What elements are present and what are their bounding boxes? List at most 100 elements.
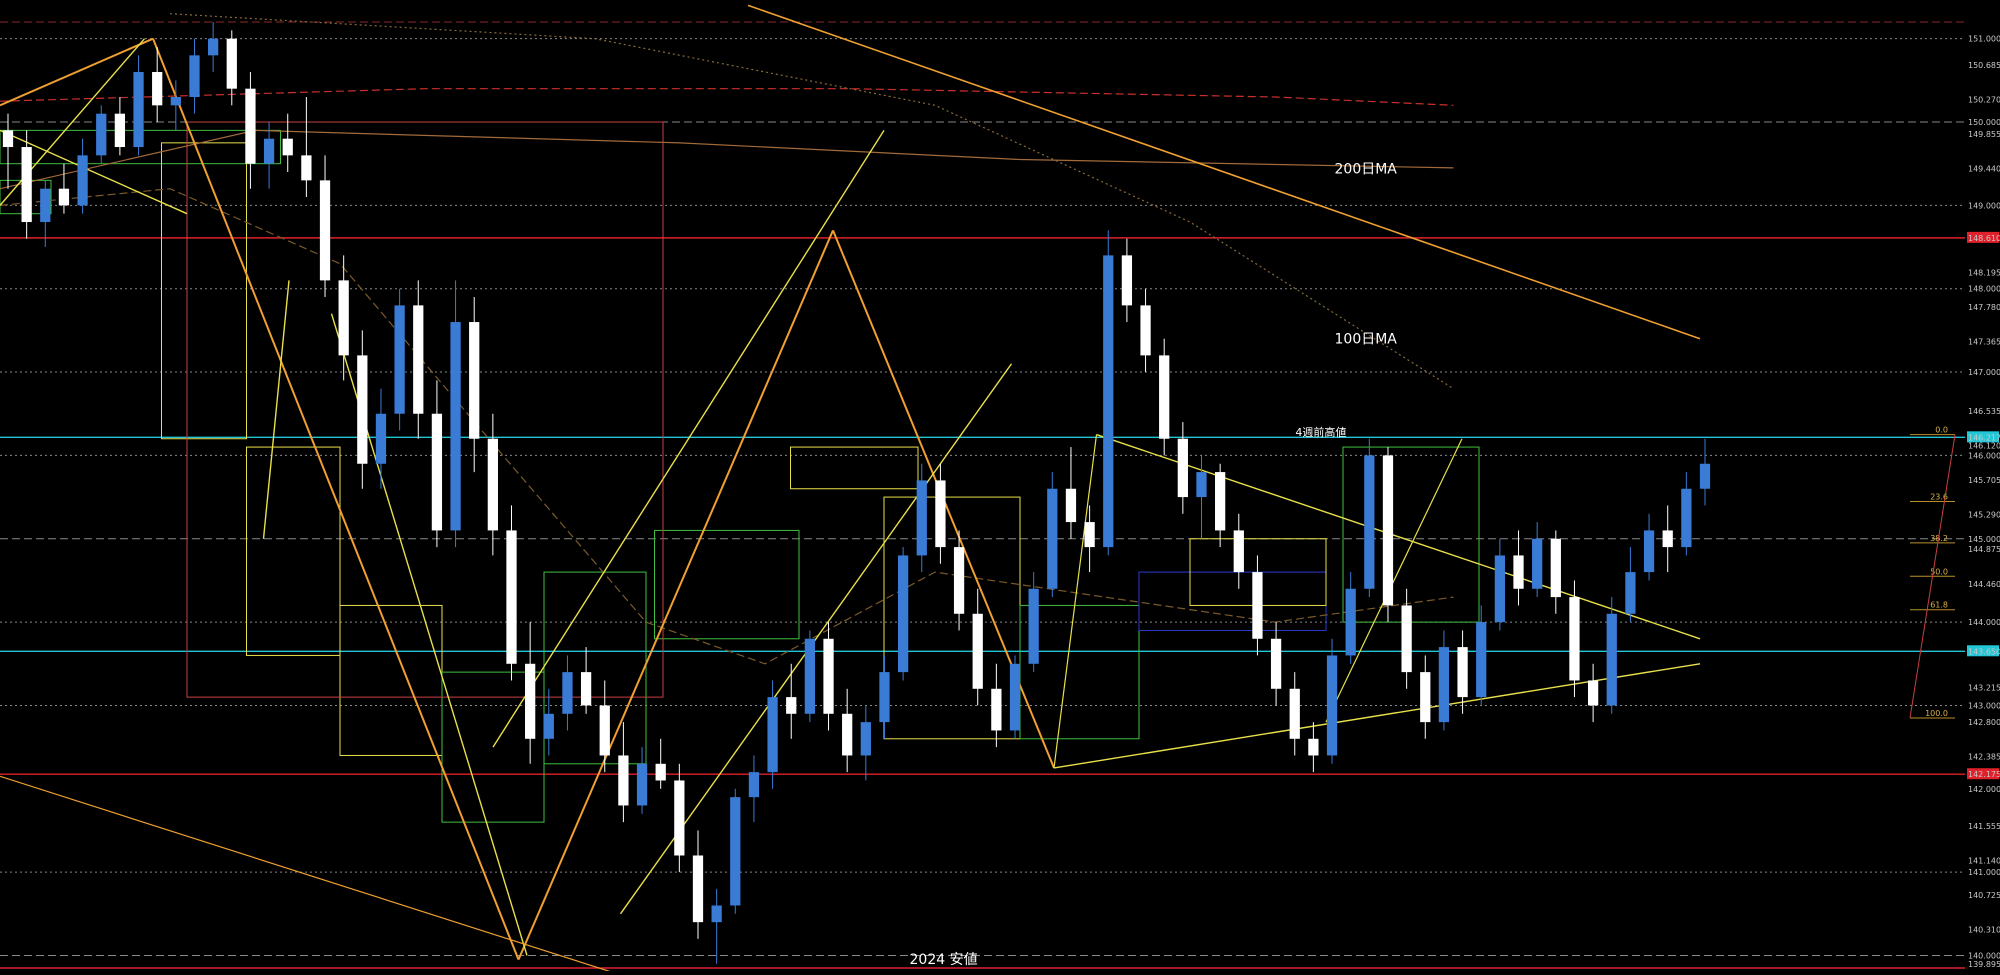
candle-body: [767, 697, 778, 773]
price-tick-label: 149.855: [1968, 130, 2000, 139]
price-tick-label: 146.535: [1968, 407, 2000, 416]
candle-body: [394, 305, 405, 414]
trend-line: [1053, 434, 1098, 769]
candle-body: [711, 905, 722, 923]
candle-body: [655, 763, 666, 781]
annotation-label: 4週前高値: [1295, 425, 1346, 439]
candle-body: [1457, 647, 1468, 698]
candle-body: [1009, 663, 1021, 731]
candle-body: [804, 638, 816, 714]
candle-body: [1662, 530, 1673, 548]
candle-body: [1401, 605, 1412, 673]
drawing-box: [1342, 446, 1480, 623]
candle-body: [431, 413, 443, 531]
price-tick-label: 139.895: [1968, 960, 2000, 969]
candle-body: [860, 722, 871, 756]
candle-body: [21, 147, 32, 223]
candle-body: [1625, 572, 1636, 614]
drawing-boxes: [0, 121, 1480, 823]
candle-body: [618, 755, 629, 806]
candle-body: [1382, 455, 1394, 606]
fib-label: 100.0: [1925, 709, 1948, 718]
candle-body: [96, 113, 107, 156]
chart-canvas: 151.000 150.685 150.270 150.000 149.855 149.4…: [0, 4, 2000, 973]
candle-body: [506, 530, 517, 664]
trend-line: [152, 38, 520, 961]
candle-body: [319, 180, 331, 281]
candle-body: [1159, 355, 1170, 439]
trend-line: [1053, 663, 1701, 769]
candle-body: [543, 713, 554, 739]
candle-body: [674, 780, 685, 856]
price-tick-label: 143.215: [1968, 684, 2000, 693]
candle-body: [1643, 530, 1655, 573]
candle-body: [1326, 655, 1338, 756]
candle-body: [599, 705, 610, 756]
candle-body: [1121, 255, 1133, 306]
price-tick-label: 145.705: [1968, 476, 2000, 485]
candle-body: [730, 797, 741, 906]
candle-body: [1028, 588, 1039, 664]
candle-body: [226, 38, 237, 89]
candle-body: [357, 355, 368, 464]
candle-body: [1140, 305, 1151, 356]
candle-body: [263, 138, 275, 164]
price-tick-label: 146.120: [1968, 441, 2000, 450]
candle-body: [842, 713, 853, 756]
drawing-box: [161, 142, 247, 440]
price-tick-label: 151.000: [1968, 35, 2000, 44]
price-tick-label: 140.310: [1968, 926, 2000, 935]
price-tick-label: 146.000: [1968, 451, 2000, 460]
candle-body: [2, 130, 14, 148]
candle-body: [1177, 438, 1188, 498]
price-tick-label: 144.875: [1968, 545, 2000, 554]
drawing-box: [246, 446, 341, 656]
price-tick-label: 150.685: [1968, 61, 2000, 70]
drawing-box: [543, 571, 647, 765]
candle-body: [1233, 530, 1244, 573]
fib-label: 0.0: [1935, 426, 1948, 435]
price-tick-label: 142.000: [1968, 785, 2000, 794]
candle-body: [972, 613, 983, 689]
candle-body: [786, 697, 797, 714]
price-tick-label: 142.800: [1968, 718, 2000, 727]
price-tick-label: 144.000: [1968, 618, 2000, 627]
candle-body: [1699, 463, 1711, 489]
candle-body: [580, 672, 592, 706]
candle-body: [935, 480, 946, 548]
candle-body: [879, 672, 890, 723]
moving-average-line: [0, 88, 1454, 106]
candle-body: [487, 438, 498, 531]
candle-body: [823, 638, 834, 714]
price-tick-label: 148.610: [1968, 234, 2000, 243]
price-tick-label: 148.195: [1968, 268, 2000, 277]
fib-label: 61.8: [1930, 601, 1948, 610]
price-tick-label: 149.000: [1968, 201, 2000, 210]
candle-body: [245, 88, 256, 164]
candle-body: [152, 72, 163, 106]
drawing-box: [790, 446, 919, 490]
candle-body: [1364, 455, 1375, 589]
price-tick-label: 140.000: [1968, 951, 2000, 960]
candle-body: [40, 188, 51, 223]
candle-body: [1513, 555, 1524, 589]
candle-body: [1270, 638, 1282, 689]
drawing-box: [186, 121, 664, 698]
price-tick-label: 150.000: [1968, 118, 2000, 127]
price-tick-label: 145.290: [1968, 511, 2000, 520]
trend-line: [0, 37, 154, 107]
candle-body: [1215, 472, 1226, 531]
moving-average-line: [0, 129, 1454, 190]
annotation-label: 100日MA: [1335, 332, 1398, 348]
candle-body: [1681, 488, 1692, 548]
price-tick-label: 141.000: [1968, 868, 2000, 877]
price-tick-label: 149.440: [1968, 165, 2000, 174]
candle-body: [1103, 255, 1114, 548]
candle-body: [1494, 555, 1505, 623]
candle-body: [1476, 622, 1487, 698]
candle-body: [692, 855, 704, 923]
candle-body: [1345, 588, 1356, 656]
price-tick-label: 147.365: [1968, 338, 2000, 347]
candle-body: [1569, 597, 1580, 681]
price-tick-label: 143.000: [1968, 701, 2000, 710]
